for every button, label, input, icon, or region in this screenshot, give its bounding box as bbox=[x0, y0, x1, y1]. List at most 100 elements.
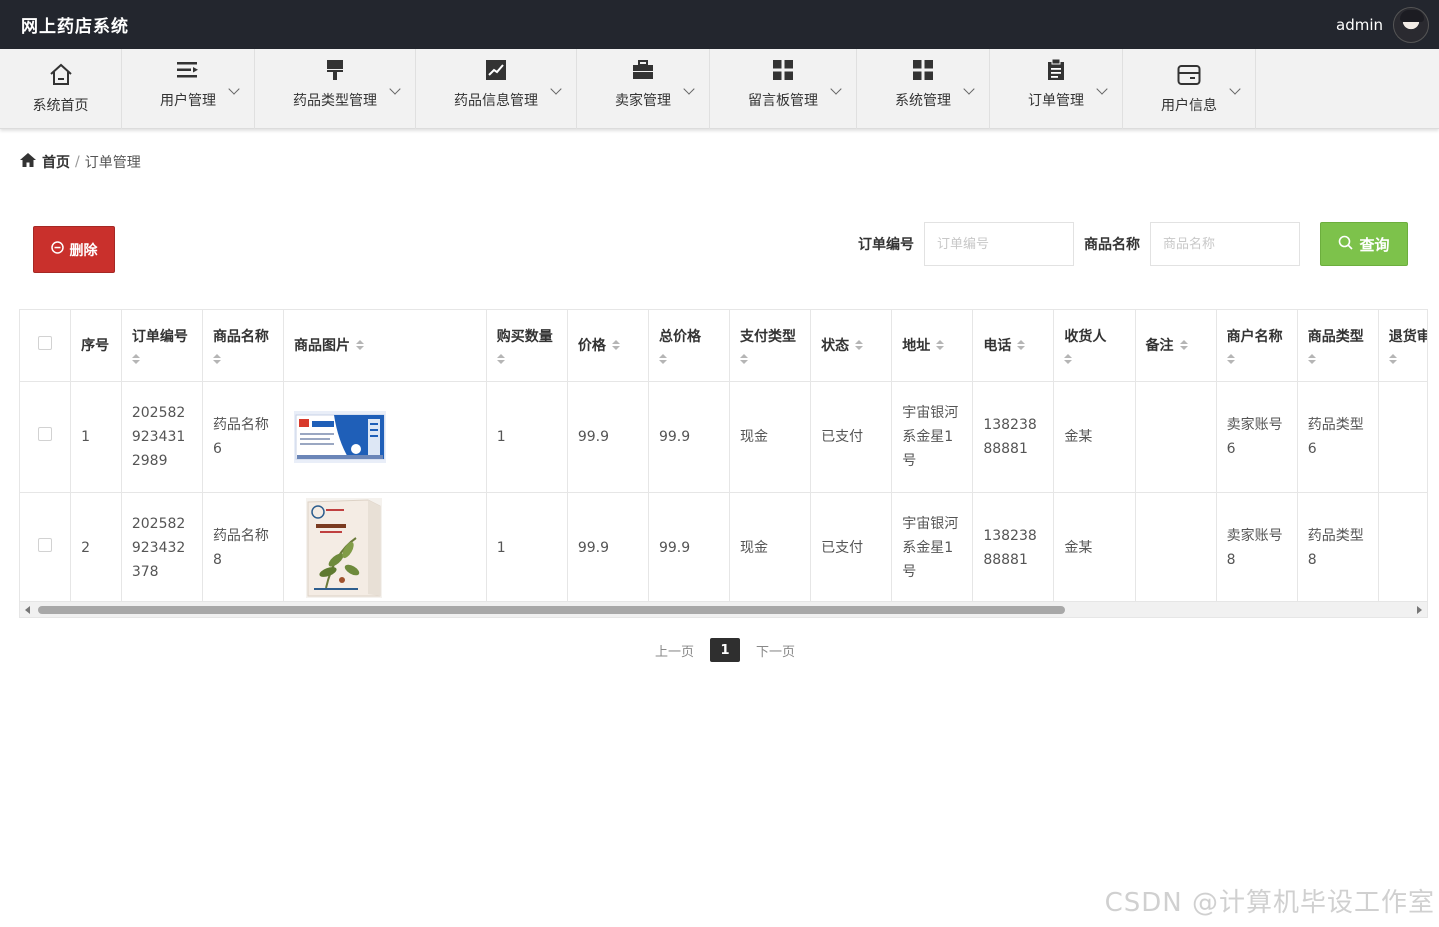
row-checkbox[interactable] bbox=[38, 426, 53, 441]
column-header[interactable]: 总价格 bbox=[648, 310, 731, 382]
prev-page-link[interactable]: 上一页 bbox=[655, 641, 694, 660]
sort-icon[interactable] bbox=[936, 340, 945, 351]
next-page-link[interactable]: 下一页 bbox=[756, 641, 795, 660]
cell-phone: 13823888881 bbox=[972, 492, 1055, 604]
column-header-label: 地址 bbox=[902, 338, 931, 355]
nav-label: 卖家管理 bbox=[615, 93, 671, 109]
grid-icon bbox=[773, 58, 793, 82]
sort-icon[interactable] bbox=[658, 354, 719, 365]
chart-icon bbox=[486, 58, 506, 82]
column-header-label: 状态 bbox=[821, 338, 850, 355]
home-icon bbox=[20, 153, 36, 171]
list-icon bbox=[177, 58, 199, 82]
nav-item-drug-info[interactable]: 药品信息管理 bbox=[416, 49, 577, 129]
sort-icon[interactable] bbox=[131, 354, 192, 365]
nav-item-users[interactable]: 用户管理 bbox=[122, 49, 255, 129]
sort-icon[interactable] bbox=[740, 354, 800, 365]
query-button[interactable]: 查询 bbox=[1320, 222, 1408, 266]
drug-box-image[interactable] bbox=[294, 410, 387, 463]
table-row[interactable]: 1 2025829234312989 药品名称6 1 99.9 99.9 现金 … bbox=[20, 381, 1427, 493]
order-no-label: 订单编号 bbox=[858, 237, 914, 253]
sort-icon[interactable] bbox=[496, 354, 557, 365]
nav-item-user-info[interactable]: 用户信息 bbox=[1123, 49, 1256, 129]
scroll-right-arrow-icon[interactable] bbox=[1417, 606, 1422, 614]
user-menu[interactable]: admin bbox=[1336, 6, 1429, 43]
column-header[interactable]: 收货人 bbox=[1053, 310, 1136, 382]
nav-item-sellers[interactable]: 卖家管理 bbox=[577, 49, 710, 129]
nav-label: 药品信息管理 bbox=[454, 93, 538, 109]
sort-icon[interactable] bbox=[212, 354, 273, 365]
cell-merchant: 卖家账号8 bbox=[1216, 492, 1298, 604]
nav-item-drug-types[interactable]: 药品类型管理 bbox=[255, 49, 416, 129]
column-header[interactable]: 电话 bbox=[972, 310, 1055, 382]
card-icon bbox=[1177, 63, 1201, 87]
column-header[interactable]: 商品名称 bbox=[202, 310, 285, 382]
column-header[interactable]: 商户名称 bbox=[1216, 310, 1298, 382]
scroll-left-arrow-icon[interactable] bbox=[25, 606, 30, 614]
sort-icon[interactable] bbox=[1226, 354, 1287, 365]
column-header-label: 价格 bbox=[577, 338, 606, 355]
chevron-down-icon bbox=[830, 83, 842, 95]
column-header-label: 总价格 bbox=[658, 329, 701, 346]
sort-icon[interactable] bbox=[1064, 354, 1124, 365]
sort-icon[interactable] bbox=[1307, 354, 1368, 365]
cell-address: 宇宙银河系金星1号 bbox=[891, 492, 974, 604]
sort-icon[interactable] bbox=[356, 340, 365, 351]
sort-icon[interactable] bbox=[611, 340, 620, 351]
sort-icon[interactable] bbox=[1017, 340, 1026, 351]
nav-item-system[interactable]: 系统管理 bbox=[857, 49, 990, 129]
sort-icon[interactable] bbox=[1179, 340, 1188, 351]
cell-receiver: 金某 bbox=[1053, 381, 1136, 493]
column-header[interactable]: 购买数量 bbox=[486, 310, 568, 382]
column-header[interactable]: 地址 bbox=[891, 310, 974, 382]
cell-receiver: 金某 bbox=[1053, 492, 1136, 604]
column-header[interactable]: 备注 bbox=[1135, 310, 1217, 382]
column-header[interactable]: 退货审核 bbox=[1378, 310, 1427, 382]
nav-item-orders[interactable]: 订单管理 bbox=[990, 49, 1123, 129]
order-no-input[interactable] bbox=[924, 222, 1074, 266]
chevron-down-icon bbox=[1096, 83, 1108, 95]
product-name-input[interactable] bbox=[1150, 222, 1300, 266]
clipboard-icon bbox=[1047, 58, 1065, 82]
username[interactable]: admin bbox=[1336, 16, 1383, 34]
scrollbar-thumb[interactable] bbox=[38, 606, 1065, 614]
cell-phone: 13823888881 bbox=[972, 381, 1055, 493]
row-checkbox[interactable] bbox=[38, 537, 53, 552]
breadcrumb: 首页 / 订单管理 bbox=[20, 152, 141, 172]
column-header[interactable]: 商品类型 bbox=[1297, 310, 1379, 382]
nav-label: 系统首页 bbox=[32, 98, 89, 114]
cell-remark bbox=[1135, 492, 1217, 604]
orders-table: 序号 订单编号 商品名称 商品图片 购买数量 价格 总价格 支付类型 状态 地址… bbox=[19, 309, 1428, 618]
column-header-label: 购买数量 bbox=[496, 329, 553, 346]
column-header-label: 序号 bbox=[81, 338, 110, 355]
sort-icon[interactable] bbox=[855, 340, 864, 351]
drug-box-image[interactable] bbox=[306, 497, 383, 598]
sort-icon[interactable] bbox=[1388, 354, 1427, 365]
column-header[interactable]: 订单编号 bbox=[121, 310, 203, 382]
table-row[interactable]: 2 202582923432378 药品名称8 1 99.9 99.9 现金 已… bbox=[20, 492, 1427, 604]
row-select-cell bbox=[20, 381, 72, 493]
column-header[interactable]: 价格 bbox=[567, 310, 649, 382]
top-bar: 网上药店系统 admin bbox=[0, 0, 1439, 49]
column-header[interactable]: 支付类型 bbox=[729, 310, 812, 382]
cell-pay-type: 现金 bbox=[729, 492, 812, 604]
current-page[interactable]: 1 bbox=[710, 638, 741, 662]
column-header[interactable]: 商品图片 bbox=[283, 310, 487, 382]
chevron-down-icon bbox=[228, 83, 240, 95]
column-header-label: 退货审核 bbox=[1388, 329, 1427, 346]
chevron-down-icon bbox=[550, 83, 562, 95]
column-header-label: 商品名称 bbox=[212, 329, 269, 346]
nav-item-message-board[interactable]: 留言板管理 bbox=[710, 49, 857, 129]
cell-total: 99.9 bbox=[648, 381, 731, 493]
breadcrumb-home[interactable]: 首页 bbox=[42, 152, 70, 172]
search-icon bbox=[1338, 235, 1354, 254]
nav-item-home[interactable]: 系统首页 bbox=[0, 49, 122, 129]
cell-category: 药品类型8 bbox=[1297, 492, 1379, 604]
delete-button[interactable]: 删除 bbox=[33, 226, 115, 273]
column-header[interactable]: 状态 bbox=[810, 310, 893, 382]
select-all-checkbox[interactable] bbox=[38, 336, 53, 351]
horizontal-scrollbar[interactable] bbox=[20, 601, 1427, 617]
chevron-down-icon bbox=[683, 83, 695, 95]
avatar[interactable] bbox=[1393, 6, 1429, 43]
breadcrumb-separator: / bbox=[75, 154, 80, 170]
